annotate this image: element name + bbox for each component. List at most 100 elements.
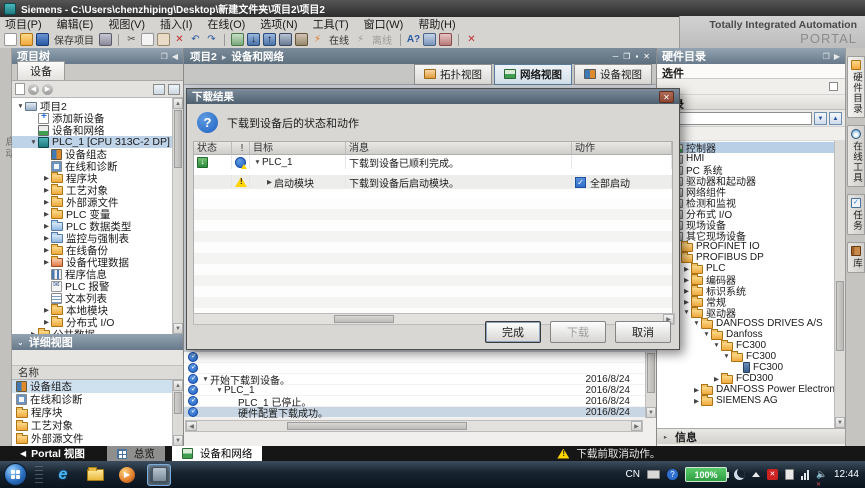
float-panel-icon[interactable]: ❐ (823, 52, 830, 61)
scroll-thumb[interactable] (836, 281, 844, 351)
expander-icon[interactable]: ▼ (29, 139, 38, 146)
dialog-button[interactable]: 完成 (485, 321, 541, 343)
link-online-icon[interactable] (168, 84, 180, 95)
scroll-thumb[interactable] (334, 315, 394, 323)
menu-item[interactable]: 工具(T) (313, 16, 349, 32)
dialog-titlebar[interactable]: 下载结果 ✕ (187, 89, 679, 104)
window-split-icon[interactable] (423, 33, 436, 46)
forward-icon[interactable]: ▶ (42, 84, 53, 95)
expander-icon[interactable]: ▶ (29, 330, 38, 334)
taskbar-tia-button[interactable] (147, 464, 171, 486)
menu-item[interactable]: 在线(O) (207, 16, 245, 32)
scroll-thumb[interactable] (287, 422, 467, 430)
tab-devices[interactable]: 设备 (17, 61, 65, 80)
expander-icon[interactable]: ▶ (42, 318, 51, 326)
expander-icon[interactable]: ▶ (682, 298, 691, 306)
portal-view-button[interactable]: ◀ Portal 视图 (20, 446, 85, 461)
taskbar-explorer-button[interactable] (83, 464, 107, 486)
table-row[interactable]: ▼PLC_1 下载到设备已顺利完成。 (194, 155, 672, 169)
search-down-icon[interactable]: ▼ (814, 112, 827, 125)
go-online-label[interactable]: 在线 (329, 32, 349, 47)
expander-icon[interactable]: ▼ (16, 103, 25, 110)
expander-icon[interactable]: ▶ (42, 246, 51, 254)
catalog-scrollbar[interactable]: ▼ (834, 141, 845, 428)
new-project-icon[interactable] (4, 33, 17, 46)
menu-item[interactable]: 帮助(H) (418, 16, 455, 32)
float-panel-icon[interactable]: ❐ (161, 52, 168, 61)
menu-item[interactable]: 项目(P) (5, 16, 42, 32)
cut-icon[interactable]: ✂ (125, 33, 138, 46)
catalog-item[interactable]: ▼ FC300 (657, 340, 845, 351)
new-item-icon[interactable] (15, 83, 25, 95)
expander-icon[interactable]: ▶ (42, 258, 51, 266)
print-icon[interactable] (99, 33, 112, 46)
log-row[interactable]: 硬件配置下载成功。 2016/8/24 (184, 407, 656, 418)
filter-checkbox[interactable] (829, 82, 838, 91)
scroll-thumb[interactable] (647, 353, 655, 393)
expander-icon[interactable]: ▼ (692, 320, 701, 327)
dialog-button[interactable]: 取消 (615, 321, 671, 343)
table-row[interactable]: ▶启动模块 下载到设备后启动模块。 全部启动 (194, 175, 672, 189)
expander-icon[interactable]: ▼ (253, 159, 262, 166)
breadcrumb-project[interactable]: 项目2 (190, 49, 231, 64)
moon-icon[interactable] (734, 469, 745, 480)
tree-item[interactable]: 设备和网络 (12, 124, 183, 136)
download-to-device-icon[interactable]: ↓ (247, 33, 260, 46)
network-signal-icon[interactable] (801, 470, 809, 480)
project-tree-scrollbar[interactable]: ▲ ▼ (172, 98, 183, 334)
log-scrollbar[interactable]: ▼ (645, 352, 656, 418)
view-button[interactable]: 设备视图 (574, 64, 652, 85)
catalog-item[interactable]: 其它现场设备 (657, 230, 845, 241)
catalog-item[interactable]: ▶ 标识系统 (657, 285, 845, 296)
col-status[interactable]: 状态 (194, 142, 232, 155)
catalog-item[interactable]: ▼ DANFOSS DRIVES A/S (657, 318, 845, 329)
redo-icon[interactable]: ↷ (205, 33, 218, 46)
scroll-down-icon[interactable]: ▼ (173, 323, 183, 334)
scroll-right-icon[interactable]: ▶ (631, 421, 642, 431)
catalog-item[interactable]: PROFINET IO (657, 241, 845, 252)
expander-icon[interactable]: ▶ (42, 222, 51, 230)
catalog-item[interactable]: ▶ SIEMENS AG (657, 395, 845, 406)
menu-item[interactable]: 窗口(W) (364, 16, 404, 32)
connect-icon[interactable] (231, 33, 244, 46)
start-button[interactable] (4, 463, 27, 486)
tree-item[interactable]: 在线和诊断 (12, 160, 183, 172)
expander-icon[interactable]: ▶ (265, 178, 274, 186)
expander-icon[interactable]: ▼ (722, 353, 731, 360)
catalog-item[interactable]: ▼ FC300 (657, 351, 845, 362)
ime-help-icon[interactable]: ? (667, 469, 678, 480)
language-indicator[interactable]: CN (626, 469, 640, 480)
catalog-item[interactable]: ▶ PLC (657, 263, 845, 274)
close-editor-icon[interactable]: ✕ (643, 52, 650, 61)
col-exclamation[interactable]: ! (232, 142, 250, 155)
catalog-item[interactable]: FC300 (657, 362, 845, 373)
col-action[interactable]: 动作 (572, 142, 672, 155)
back-icon[interactable]: ◀ (28, 84, 39, 95)
catalog-item[interactable]: 控制器 (657, 142, 845, 153)
delete-icon[interactable]: ✕ (173, 33, 186, 46)
expander-icon[interactable]: ▶ (42, 174, 51, 182)
catalog-item[interactable]: ▶ 编码器 (657, 274, 845, 285)
volume-muted-icon[interactable]: 🔈 (816, 469, 827, 480)
clock[interactable]: 12:44 (834, 469, 859, 480)
go-offline-label[interactable]: 离线 (372, 32, 392, 47)
scroll-down-icon[interactable]: ▼ (835, 417, 845, 428)
collapse-panel-icon[interactable]: ▶ (834, 52, 840, 61)
upload-from-device-icon[interactable]: ↑ (263, 33, 276, 46)
expander-icon[interactable]: ▶ (692, 397, 701, 405)
copy-icon[interactable] (141, 33, 154, 46)
detail-view-item[interactable]: 外部源文件 (12, 432, 183, 445)
paste-icon[interactable] (157, 33, 170, 46)
breadcrumb-editor[interactable]: 设备和网络 (231, 49, 284, 64)
col-message[interactable]: 消息 (346, 142, 572, 155)
show-hidden-icons[interactable] (752, 472, 760, 477)
scroll-left-icon[interactable]: ◀ (186, 421, 197, 431)
save-project-icon[interactable] (36, 33, 49, 46)
checkbox-checked-icon[interactable] (575, 177, 586, 188)
menu-item[interactable]: 视图(V) (108, 16, 145, 32)
close-session-icon[interactable]: ✕ (465, 33, 478, 46)
action-center-icon[interactable]: ✕ (767, 469, 778, 480)
profile-filter-row[interactable] (657, 127, 845, 141)
detail-view-header[interactable]: ⌄ 详细视图 (12, 334, 183, 350)
dialog-button[interactable]: 下载 (550, 321, 606, 343)
